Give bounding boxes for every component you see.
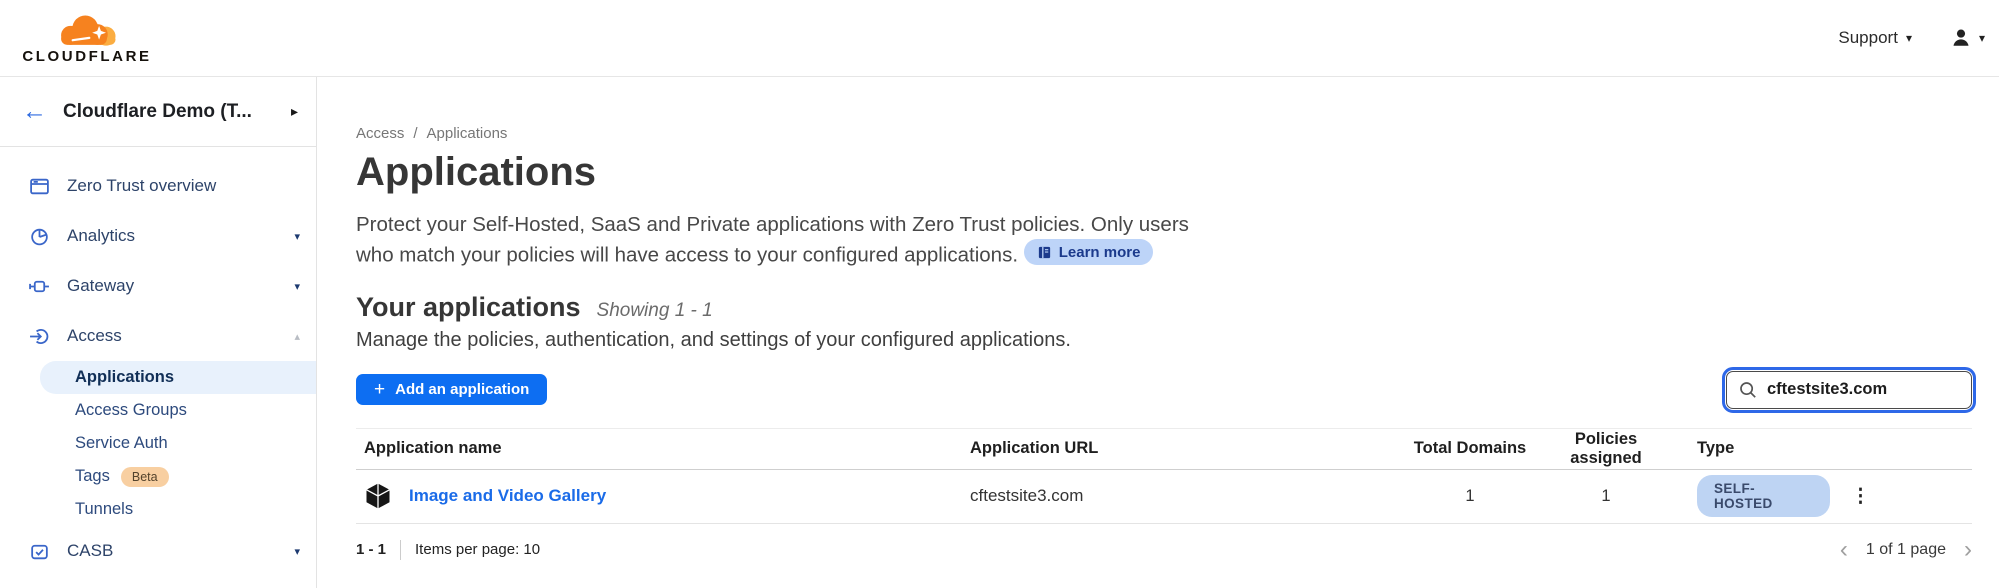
sidebar-item-applications[interactable]: Applications [40, 361, 316, 394]
learn-more-label: Learn more [1059, 238, 1141, 267]
row-actions-kebab-icon[interactable]: ⋮ [1830, 485, 1972, 508]
login-arrow-icon [28, 325, 50, 347]
sidebar-item-label: Service Auth [75, 434, 168, 453]
support-label: Support [1838, 28, 1898, 48]
back-arrow-icon[interactable]: ← [22, 99, 47, 124]
chevron-up-icon: ▴ [294, 330, 300, 343]
applications-table: Application name Application URL Total D… [356, 428, 1972, 524]
sidebar-account-header: ← Cloudflare Demo (T... ▸ [0, 77, 316, 147]
sidebar-item-analytics[interactable]: Analytics ▾ [0, 211, 316, 261]
sidebar-item-label: Zero Trust overview [67, 176, 300, 196]
column-header-policies-assigned[interactable]: Policies assigned [1540, 430, 1672, 468]
beta-badge: Beta [121, 467, 169, 487]
pie-chart-icon [28, 225, 50, 247]
breadcrumb: Access / Applications [356, 125, 1972, 142]
breadcrumb-separator: / [413, 125, 417, 142]
casb-check-icon [28, 540, 50, 562]
gateway-icon [28, 275, 50, 297]
sidebar-item-access-groups[interactable]: Access Groups [0, 394, 316, 427]
section-subtext: Manage the policies, authentication, and… [356, 329, 1972, 352]
next-page-chevron-icon[interactable]: › [1964, 538, 1972, 562]
column-header-total-domains[interactable]: Total Domains [1400, 439, 1540, 458]
browser-window-icon [28, 175, 50, 197]
chevron-down-icon: ▾ [294, 545, 300, 558]
sidebar-item-service-auth[interactable]: Service Auth [0, 427, 316, 460]
app-cube-icon [364, 482, 392, 510]
sidebar-item-label: CASB [67, 541, 294, 561]
cloudflare-logo[interactable]: CLOUDFLARE [18, 12, 156, 65]
column-header-application-url[interactable]: Application URL [970, 439, 1400, 458]
plus-icon: + [374, 380, 385, 399]
sidebar-nav: Zero Trust overview Analytics ▾ [0, 147, 316, 576]
main-content: Access / Applications Applications Prote… [317, 77, 1999, 588]
account-name[interactable]: Cloudflare Demo (T... [63, 101, 291, 123]
pagination-bar: 1 - 1 Items per page: 10 ‹ 1 of 1 page › [356, 524, 1972, 562]
page-status: 1 of 1 page [1866, 541, 1946, 559]
add-application-label: Add an application [395, 381, 529, 398]
sidebar-item-label: Access Groups [75, 401, 187, 420]
sidebar-item-label: Analytics [67, 226, 294, 246]
cloudflare-cloud-icon [39, 12, 135, 50]
column-header-type[interactable]: Type [1672, 439, 1830, 458]
sidebar-item-access[interactable]: Access ▴ [0, 311, 316, 361]
account-expand-icon[interactable]: ▸ [291, 103, 298, 120]
table-row: Image and Video Gallery cftestsite3.com … [356, 470, 1972, 524]
column-header-application-name[interactable]: Application name [356, 439, 970, 458]
divider [400, 540, 401, 560]
sidebar-item-gateway[interactable]: Gateway ▾ [0, 261, 316, 311]
sidebar-item-tags[interactable]: Tags Beta [0, 460, 316, 493]
sidebar-item-label: Gateway [67, 276, 294, 296]
type-badge: SELF-HOSTED [1697, 475, 1830, 517]
chevron-down-icon: ▾ [294, 230, 300, 243]
sidebar-item-casb[interactable]: CASB ▾ [0, 526, 316, 576]
user-icon [1950, 27, 1972, 49]
learn-more-button[interactable]: Learn more [1024, 239, 1154, 265]
page-title: Applications [356, 150, 1972, 194]
breadcrumb-access[interactable]: Access [356, 125, 404, 142]
add-application-button[interactable]: + Add an application [356, 374, 547, 405]
policies-assigned-cell: 1 [1540, 487, 1672, 506]
sidebar-item-label: Tunnels [75, 500, 133, 519]
table-header-row: Application name Application URL Total D… [356, 429, 1972, 470]
user-account-menu[interactable]: ▾ [1950, 27, 1985, 49]
sidebar-item-label: Access [67, 326, 294, 346]
book-icon [1037, 245, 1052, 260]
sidebar-item-label: Applications [75, 368, 174, 387]
search-icon [1738, 380, 1758, 400]
total-domains-cell: 1 [1400, 487, 1540, 506]
pagination-range: 1 - 1 [356, 541, 386, 558]
section-heading: Your applications [356, 292, 581, 323]
chevron-down-icon: ▾ [294, 280, 300, 293]
cloudflare-wordmark: CLOUDFLARE [22, 48, 151, 65]
sidebar: ← Cloudflare Demo (T... ▸ Zero Trust ove… [0, 77, 317, 588]
page-description: Protect your Self-Hosted, SaaS and Priva… [356, 210, 1228, 270]
showing-count: Showing 1 - 1 [597, 300, 713, 322]
sidebar-item-label: Tags [75, 467, 110, 486]
items-per-page[interactable]: Items per page: 10 [415, 541, 540, 558]
access-sub-menu: Applications Access Groups Service Auth … [0, 361, 316, 526]
top-bar: CLOUDFLARE Support ▾ ▾ [0, 0, 1999, 77]
chevron-down-icon: ▾ [1979, 32, 1985, 44]
table-toolbar: + Add an application [356, 368, 1972, 412]
breadcrumb-applications: Applications [427, 125, 508, 142]
chevron-down-icon: ▾ [1906, 32, 1912, 44]
support-menu[interactable]: Support ▾ [1838, 28, 1912, 48]
search-input[interactable] [1726, 371, 1972, 409]
application-url-cell: cftestsite3.com [970, 486, 1400, 506]
sidebar-item-tunnels[interactable]: Tunnels [0, 493, 316, 526]
application-name-link[interactable]: Image and Video Gallery [409, 486, 606, 506]
previous-page-chevron-icon[interactable]: ‹ [1840, 538, 1848, 562]
sidebar-item-zero-trust-overview[interactable]: Zero Trust overview [0, 161, 316, 211]
